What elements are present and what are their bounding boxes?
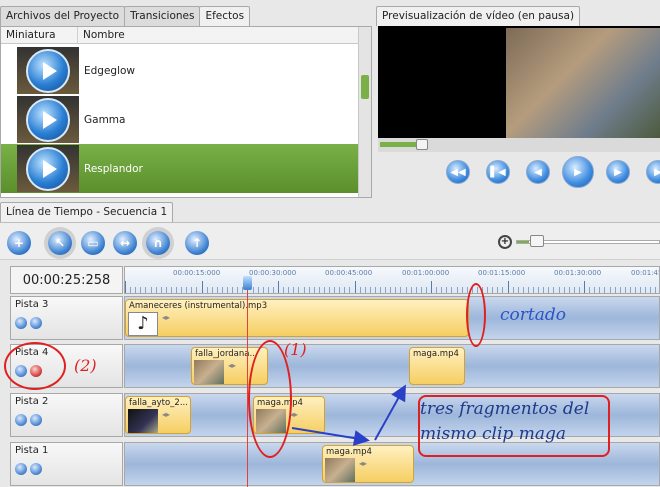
annotation-arrows <box>291 384 406 446</box>
arrow-up <box>374 384 406 441</box>
arrow-right <box>291 427 370 446</box>
